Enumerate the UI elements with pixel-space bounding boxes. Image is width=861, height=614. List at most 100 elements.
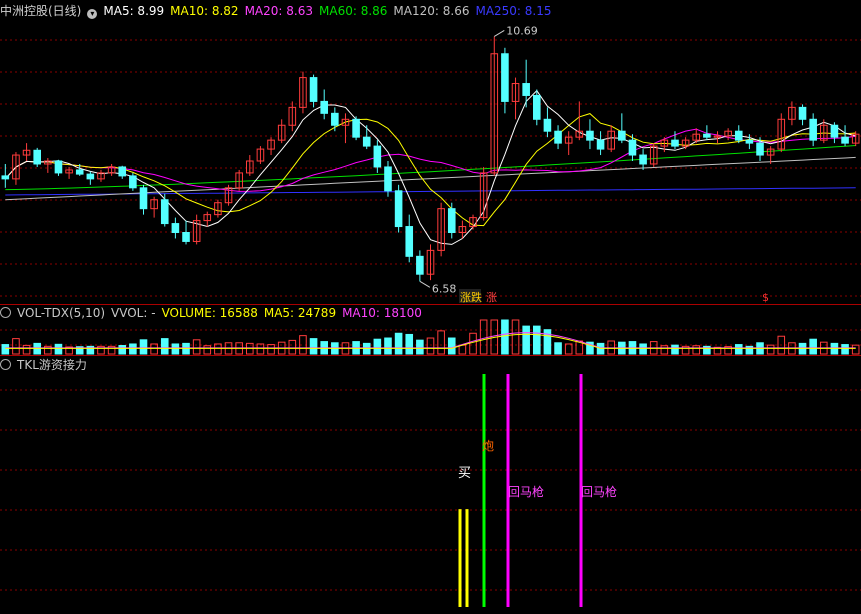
- volume-bar: [416, 339, 424, 355]
- indicator-panel-header: TKL游资接力: [0, 357, 93, 373]
- volume-bar: [394, 332, 403, 355]
- low-price-label: 6.58: [432, 282, 457, 295]
- volume-bar: [203, 345, 212, 355]
- volume-bar: [851, 344, 860, 355]
- candle-body: [118, 166, 127, 177]
- candle-body: [362, 136, 371, 147]
- candle-body: [352, 118, 360, 138]
- volume-bar: [447, 337, 456, 355]
- candle-body: [54, 160, 63, 174]
- volume-bar: [554, 342, 562, 355]
- candle-body: [841, 136, 849, 144]
- volume-bar: [192, 339, 201, 355]
- volume-bar: [766, 344, 775, 355]
- volume-bar: [405, 333, 414, 355]
- volume-bar: [543, 329, 552, 355]
- candle-body: [373, 145, 382, 168]
- candle-body: [745, 139, 754, 144]
- candle-body: [703, 133, 711, 138]
- volume-bar: [501, 319, 509, 355]
- vol-ma5-label: MA5: 24789: [263, 306, 337, 320]
- ma250-label: MA250: 8.15: [475, 4, 552, 18]
- signal-tag: $: [762, 291, 769, 304]
- stock-name[interactable]: 中洲控股(日线): [0, 4, 81, 18]
- candle-body: [596, 139, 605, 150]
- main-chart-header: 中洲控股(日线) ▾ MA5: 8.99 MA10: 8.82 MA20: 8.63 MA…: [0, 3, 558, 19]
- candle-body: [320, 100, 328, 114]
- volume-bar: [437, 330, 445, 355]
- candle-body: [416, 255, 424, 275]
- signal-tag: 涨: [486, 291, 497, 304]
- volume-bar: [118, 345, 127, 355]
- ma20-label: MA20: 8.63: [244, 4, 313, 18]
- huimaqiang-label: 回马枪: [581, 484, 617, 499]
- high-pointer: [494, 30, 505, 37]
- volume-bar: [12, 338, 20, 355]
- volume-bar: [660, 345, 669, 355]
- volume-bar: [809, 338, 817, 355]
- panel-toggle-icon[interactable]: [0, 307, 11, 318]
- candle-body: [129, 175, 137, 189]
- vvol-label: VVOL: -: [111, 306, 156, 320]
- volume-bar: [734, 344, 743, 355]
- candle-body: [139, 187, 148, 210]
- volume-bar: [639, 343, 647, 355]
- vol-indicator-name[interactable]: VOL-TDX(5,10): [17, 306, 105, 320]
- candle-body: [628, 139, 637, 156]
- candle-body: [543, 118, 552, 132]
- volume-bar: [841, 344, 849, 355]
- candle-body: [447, 208, 456, 234]
- volume-panel-header: VOL-TDX(5,10) VVOL: - VOLUME: 16588 MA5: 24…: [0, 305, 428, 321]
- candle-body: [618, 130, 626, 141]
- candle-body: [671, 139, 679, 147]
- volume-bar: [533, 325, 541, 355]
- candle-body: [734, 130, 743, 141]
- candle-body: [586, 130, 594, 141]
- candle-body: [75, 169, 84, 175]
- huimaqiang-label: 回马枪: [508, 484, 544, 499]
- candle-body: [33, 149, 41, 165]
- volume-bar: [511, 319, 520, 355]
- volume-bar: [288, 339, 297, 355]
- volume-bar: [22, 344, 31, 355]
- ma5-label: MA5: 8.99: [103, 4, 165, 18]
- candle-body: [160, 199, 169, 225]
- vol-ma10-label: MA10: 18100: [342, 306, 422, 320]
- volume-bar: [129, 343, 137, 355]
- low-pointer: [419, 280, 431, 288]
- ma60-label: MA60: 8.86: [319, 4, 388, 18]
- volume-bar: [458, 344, 467, 355]
- candle-body: [86, 173, 95, 180]
- volume-bar: [384, 337, 392, 355]
- candle-body: [830, 124, 839, 138]
- volume-bar: [54, 343, 63, 355]
- dropdown-icon[interactable]: ▾: [87, 9, 98, 19]
- ma120-label: MA120: 8.66: [393, 4, 470, 18]
- candle-body: [1, 175, 10, 180]
- candle-body: [533, 94, 541, 120]
- candle-body: [171, 223, 180, 233]
- candle-body: [309, 77, 318, 102]
- volume-bar: [426, 337, 435, 355]
- volume-bar: [469, 332, 477, 355]
- volume-bar: [522, 325, 530, 355]
- signal-bar: [458, 509, 462, 607]
- candle-body: [394, 190, 403, 228]
- volume-bar: [171, 343, 180, 355]
- panel-toggle-icon[interactable]: [0, 359, 11, 370]
- candle-body: [501, 53, 509, 102]
- candle-body: [182, 232, 190, 242]
- signal-bar: [465, 509, 469, 607]
- signal-bar: [482, 374, 486, 607]
- candle-body: [756, 142, 764, 156]
- volume-bar: [692, 345, 701, 355]
- volume-label: VOLUME: 16588: [161, 306, 258, 320]
- ma10-label: MA10: 8.82: [170, 4, 239, 18]
- volume-bar: [671, 344, 679, 355]
- volume-bar: [1, 344, 10, 355]
- candle-body: [798, 106, 807, 120]
- indicator-name[interactable]: TKL游资接力: [17, 358, 87, 372]
- candle-body: [384, 166, 392, 192]
- signal-tag: 涨跌: [460, 290, 482, 304]
- volume-bar: [139, 339, 148, 355]
